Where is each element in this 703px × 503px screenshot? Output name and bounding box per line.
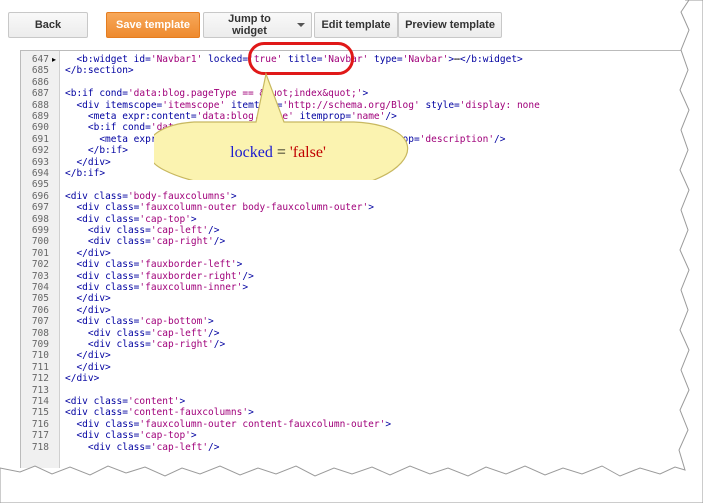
torn-edge-border (0, 0, 703, 503)
